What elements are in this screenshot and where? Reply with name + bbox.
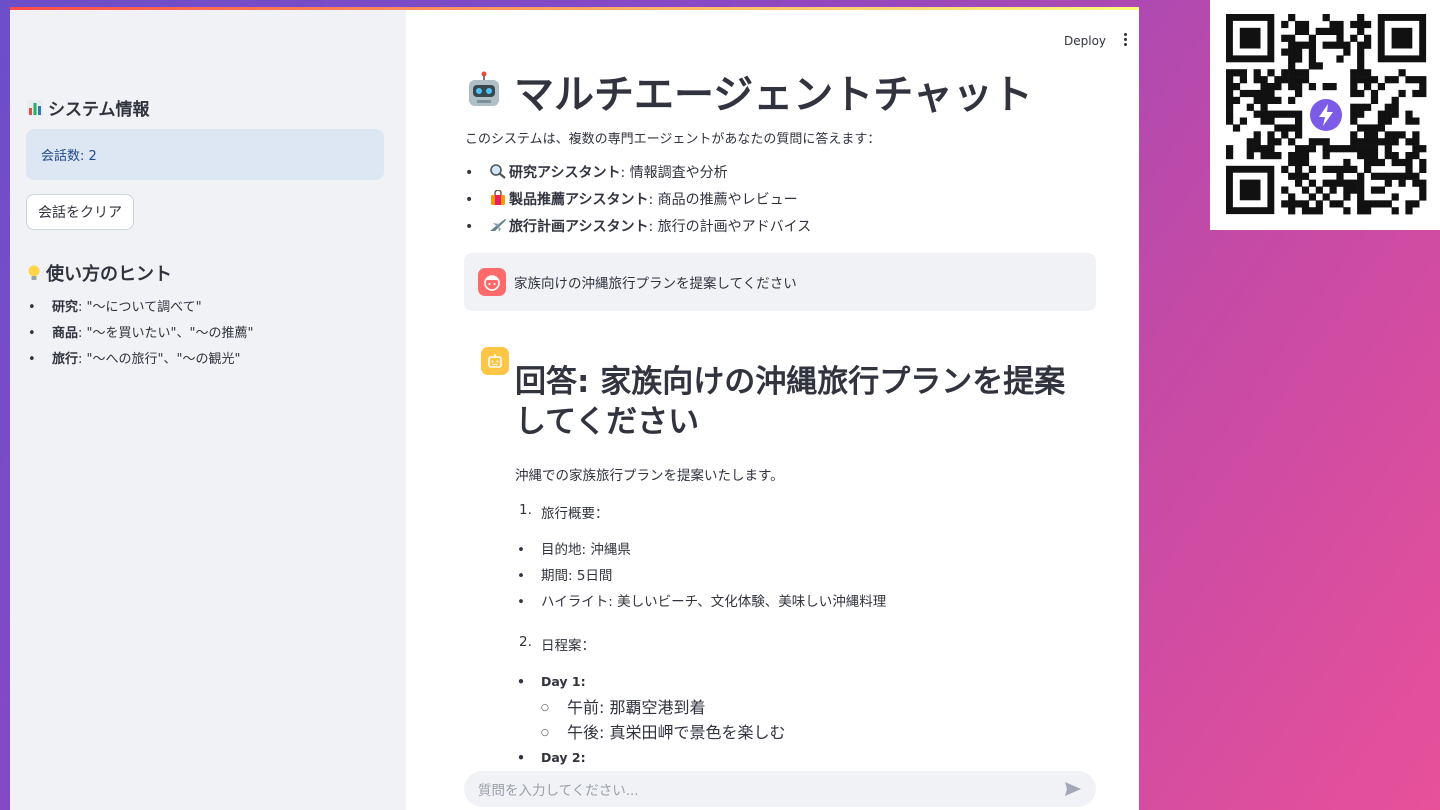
agent-item-research: 研究アシスタント: 情報調査や分析 xyxy=(465,162,811,189)
sidebar: システム情報 会話数: 2 会話をクリア 使い方のヒント 研究: "〜について調… xyxy=(10,10,406,810)
tip-label: 研究 xyxy=(52,300,79,315)
agent-name: 旅行計画アシスタント xyxy=(509,219,649,235)
lightning-icon xyxy=(1310,99,1342,131)
bot-face-icon xyxy=(488,354,502,368)
agent-item-product: 製品推薦アシスタント: 商品の推薦やレビュー xyxy=(465,189,811,216)
tips-list: 研究: "〜について調べて" 商品: "〜を買いたい"、"〜の推薦" 旅行: "… xyxy=(26,298,253,376)
system-info-heading-text: システム情報 xyxy=(48,100,150,120)
tip-text: : "〜について調べて" xyxy=(78,300,202,315)
menu-dot-icon xyxy=(1123,38,1127,41)
tip-item-research: 研究: "〜について調べて" xyxy=(26,298,253,324)
tips-heading: 使い方のヒント xyxy=(26,260,172,286)
main-content: Deploy マルチエージェントチャット このシステムは、複数の専門エージェント… xyxy=(406,10,1139,810)
session-count-text: 会話数: 2 xyxy=(41,149,97,164)
agent-name: 製品推薦アシスタント xyxy=(509,192,649,208)
answer-lead: 沖縄での家族旅行プランを提案いたします。 xyxy=(515,468,784,484)
menu-dot-icon xyxy=(1123,33,1127,36)
section-title: 旅行概要： xyxy=(541,506,609,522)
assistant-chat-message: 回答: 家族向けの沖縄旅行プランを提案してください 沖縄での家族旅行プランを提案… xyxy=(515,362,1095,790)
menu-dot-icon xyxy=(1123,43,1127,46)
agent-list: 研究アシスタント: 情報調査や分析 製品推薦アシスタント: 商品の推薦やレビュー… xyxy=(465,162,811,243)
page-title: マルチエージェントチャット xyxy=(464,62,1033,120)
user-face-icon xyxy=(484,275,500,291)
chat-input-placeholder: 質問を入力してください... xyxy=(478,783,639,799)
streamlit-app-window: システム情報 会話数: 2 会話をクリア 使い方のヒント 研究: "〜について調… xyxy=(10,7,1139,810)
list-item: ハイライト: 美しいビーチ、文化体験、美味しい沖縄料理 xyxy=(515,592,1095,618)
tip-text: : "〜を買いたい"、"〜の推薦" xyxy=(78,326,254,341)
airplane-icon xyxy=(490,219,506,232)
tip-item-travel: 旅行: "〜への旅行"、"〜の観光" xyxy=(26,350,253,376)
shopping-bag-icon xyxy=(491,189,505,205)
main-menu-button[interactable] xyxy=(1119,32,1131,48)
tips-heading-text: 使い方のヒント xyxy=(46,264,172,285)
answer-section-1: 1. 旅行概要： xyxy=(515,502,1095,522)
list-item: 期間: 5日間 xyxy=(515,566,1095,592)
agent-item-travel: 旅行計画アシスタント: 旅行の計画やアドバイス xyxy=(465,216,811,243)
intro-text: このシステムは、複数の専門エージェントがあなたの質問に答えます： xyxy=(465,132,881,147)
list-item: 午前: 那覇空港到着 xyxy=(515,698,1095,723)
day-1-sublist: 午前: 那覇空港到着 午後: 真栄田岬で景色を楽しむ xyxy=(515,698,1095,748)
session-count-info: 会話数: 2 xyxy=(26,129,384,180)
qr-code-card xyxy=(1210,0,1440,230)
answer-section-2: 2. 日程案： xyxy=(515,634,1095,654)
clear-conversation-button[interactable]: 会話をクリア xyxy=(26,194,134,230)
agent-desc: : 情報調査や分析 xyxy=(620,165,728,181)
agent-desc: : 旅行の計画やアドバイス xyxy=(648,219,812,235)
list-item: 目的地: 沖縄県 xyxy=(515,540,1095,566)
user-message-text: 家族向けの沖縄旅行プランを提案してください xyxy=(514,276,797,292)
deploy-button[interactable]: Deploy xyxy=(1064,34,1106,48)
user-avatar xyxy=(478,268,506,296)
assistant-avatar xyxy=(481,347,509,375)
bar-chart-icon xyxy=(27,99,43,116)
qr-center-badge xyxy=(1308,97,1344,133)
send-icon[interactable] xyxy=(1064,781,1082,797)
itinerary-list: Day 1: xyxy=(515,672,1095,698)
tip-label: 商品 xyxy=(52,326,79,341)
section-number: 2. xyxy=(519,634,532,650)
tip-item-product: 商品: "〜を買いたい"、"〜の推薦" xyxy=(26,324,253,350)
chat-input[interactable]: 質問を入力してください... xyxy=(464,771,1096,807)
section-number: 1. xyxy=(519,502,532,518)
overview-list: 目的地: 沖縄県 期間: 5日間 ハイライト: 美しいビーチ、文化体験、美味しい… xyxy=(515,540,1095,618)
section-title: 日程案： xyxy=(541,638,595,654)
answer-heading: 回答: 家族向けの沖縄旅行プランを提案してください xyxy=(515,364,1066,440)
tip-label: 旅行 xyxy=(52,352,79,367)
agent-name: 研究アシスタント xyxy=(509,165,621,181)
magnifier-icon xyxy=(490,164,506,179)
list-item: 午後: 真栄田岬で景色を楽しむ xyxy=(515,723,1095,748)
system-info-heading: システム情報 xyxy=(26,95,150,120)
day-1-item: Day 1: xyxy=(515,672,1095,698)
page-title-text: マルチエージェントチャット xyxy=(514,72,1033,118)
lightbulb-icon xyxy=(28,265,40,280)
robot-icon xyxy=(469,71,499,106)
user-chat-message: 家族向けの沖縄旅行プランを提案してください xyxy=(464,253,1096,311)
tip-text: : "〜への旅行"、"〜の観光" xyxy=(78,352,241,367)
agent-desc: : 商品の推薦やレビュー xyxy=(648,192,798,208)
